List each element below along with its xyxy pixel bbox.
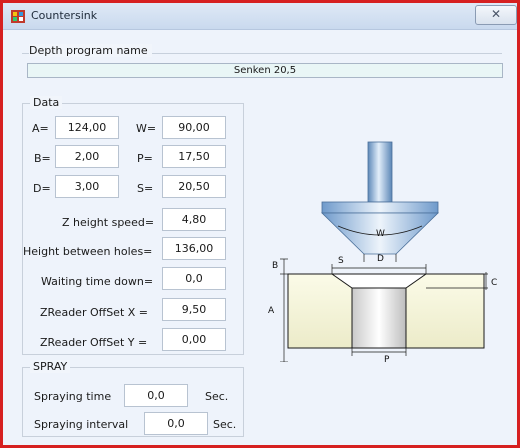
countersink-tool [321,141,439,262]
spraying-time-label: Spraying time [34,390,112,403]
spraying-interval-field[interactable]: 0,0 [144,412,208,435]
zreader-offset-y-label: ZReader OffSet Y = [40,336,148,349]
b-dim-label: B [272,261,278,271]
countersink-diagram: W D B S C A P [268,141,497,362]
w-dim-label: W [376,229,385,239]
b-field[interactable]: 2,00 [55,145,119,168]
height-between-holes-field[interactable]: 136,00 [162,237,226,260]
a-field[interactable]: 124,00 [55,116,119,139]
waiting-time-down-field[interactable]: 0,0 [162,267,226,290]
depth-program-label: Depth program name [29,44,152,57]
p-field[interactable]: 17,50 [162,145,226,168]
p-label: P= [137,152,153,165]
p-dim-label: P [384,355,390,362]
window-title: Countersink [31,9,98,22]
s-dim-label: S [338,256,344,266]
zreader-offset-x-label: ZReader OffSet X = [40,306,149,319]
d-label: D= [33,182,51,195]
s-label: S= [137,182,154,195]
c-dim-label: C [491,278,497,288]
a-dim-label: A [268,306,275,316]
spraying-time-field[interactable]: 0,0 [124,384,188,407]
zreader-offset-y-field[interactable]: 0,00 [162,328,226,351]
workpiece [287,273,485,349]
close-button[interactable]: ✕ [475,5,517,25]
depth-program-field[interactable]: Senken 20,5 [27,63,503,78]
z-height-speed-label: Z height speed= [62,216,155,229]
close-icon: ✕ [490,7,502,21]
height-between-holes-label: Height between holes= [23,245,153,258]
spraying-interval-unit: Sec. [213,418,237,431]
title-bar: Countersink ✕ [3,3,517,30]
zreader-offset-x-field[interactable]: 9,50 [162,298,226,321]
d-field[interactable]: 3,00 [55,175,119,198]
d-dim-label: D [377,254,384,264]
waiting-time-down-label: Waiting time down= [41,275,154,288]
w-field[interactable]: 90,00 [162,116,226,139]
spray-group-title: SPRAY [30,360,71,373]
data-group-title: Data [30,96,63,109]
spraying-time-unit: Sec. [205,390,229,403]
spraying-interval-label: Spraying interval [34,418,129,431]
z-height-speed-field[interactable]: 4,80 [162,208,226,231]
a-label: A= [32,122,49,135]
w-label: W= [136,122,157,135]
b-label: B= [34,152,51,165]
app-icon [11,10,25,23]
s-field[interactable]: 20,50 [162,175,226,198]
